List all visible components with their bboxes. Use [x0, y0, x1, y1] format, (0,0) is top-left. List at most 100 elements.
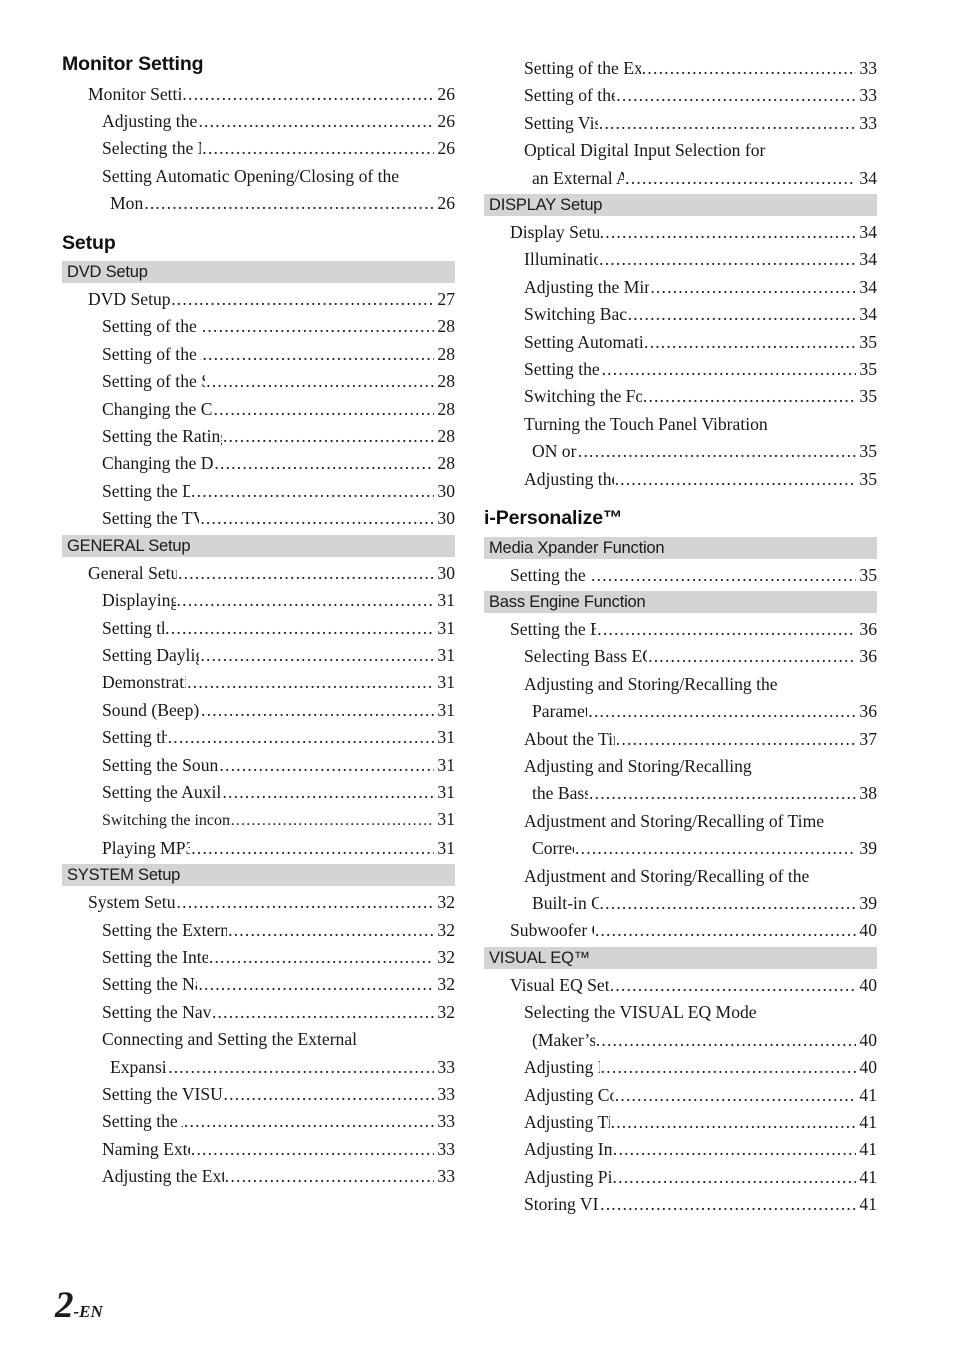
section-heading-setup: Setup: [62, 231, 116, 254]
toc-entry[interactable]: Correction..............................…: [484, 835, 877, 862]
toc-entry[interactable]: Adjusting and Storing/Recalling: [484, 753, 877, 780]
section-heading-monitor-setting: Monitor Setting: [62, 53, 204, 75]
toc-entry[interactable]: Storing VISUAL EQ.......................…: [484, 1191, 877, 1218]
toc-entry[interactable]: Subwoofer On and Off....................…: [484, 917, 877, 944]
toc-entry[interactable]: Demonstration Function..................…: [62, 669, 455, 696]
toc-entry[interactable]: Setting the Time........................…: [62, 615, 455, 642]
toc-entry[interactable]: Setting the AUX Mode....................…: [62, 1108, 455, 1135]
toc-entry[interactable]: Setting the Digital Output..............…: [62, 478, 455, 505]
toc-entry-label: Illumination Control: [524, 249, 599, 270]
toc-entry[interactable]: Adjustment and Storing/Recalling of Time: [484, 808, 877, 835]
toc-entry[interactable]: Setting the VISUALIZER Mode Display.....…: [62, 1081, 455, 1108]
toc-dot-leader: ........................................…: [575, 838, 856, 859]
toc-entry[interactable]: Optical Digital Input Selection for: [484, 137, 877, 164]
toc-page-number: 39: [859, 893, 877, 914]
toc-entry[interactable]: Setting of the External Monitor Output..…: [484, 55, 877, 82]
toc-entry[interactable]: Selecting Bass EQ mode (Maker's setting)…: [484, 643, 877, 670]
toc-entry[interactable]: Monitor Setting Operation...............…: [62, 81, 455, 108]
toc-page-number: 32: [437, 919, 455, 940]
toc-dot-leader: ........................................…: [589, 783, 856, 804]
toc-entry[interactable]: Setting Automatic Background Textures...…: [484, 329, 877, 356]
toc-entry[interactable]: Setting the Navigation Interruption.....…: [62, 999, 455, 1026]
toc-entry[interactable]: DVD Setup Operation.....................…: [62, 286, 455, 313]
toc-page-number: 33: [437, 1166, 455, 1187]
toc-page-number: 27: [437, 289, 455, 310]
toc-entry[interactable]: Adjusting Brightness....................…: [484, 1054, 877, 1081]
toc-entry[interactable]: Adjusting Picture Quality...............…: [484, 1164, 877, 1191]
toc-entry-label: Setting the Digital Output: [102, 480, 191, 501]
toc-entry[interactable]: Visual EQ Setting Operation.............…: [484, 972, 877, 999]
toc-entry[interactable]: Setting the Scroll......................…: [62, 724, 455, 751]
toc-entry[interactable]: About the Time Correction...............…: [484, 726, 877, 753]
toc-entry[interactable]: Selecting the VISUAL EQ Mode: [484, 999, 877, 1026]
toc-entry[interactable]: Adjusting the Minimum Level of Backlight…: [484, 274, 877, 301]
toc-entry[interactable]: Naming External Devices.................…: [62, 1136, 455, 1163]
toc-entry[interactable]: Setting the Font Type...................…: [484, 356, 877, 383]
toc-page-number: 28: [437, 343, 455, 364]
toc-dot-leader: ........................................…: [594, 920, 857, 941]
toc-entry[interactable]: Parametric EQ...........................…: [484, 698, 877, 725]
toc-entry[interactable]: Setting the Interrupt Icon Display......…: [62, 944, 455, 971]
toc-entry-label: Setting the TV Screen Setting: [102, 508, 200, 529]
toc-entry[interactable]: Connecting and Setting the External: [62, 1026, 455, 1053]
toc-entry[interactable]: Setting of the Subtitle Language........…: [62, 368, 455, 395]
toc-entry[interactable]: Changing the Country Code Setting.......…: [62, 396, 455, 423]
toc-entry-label: Setting the Rating Level (Parental Lock): [102, 426, 222, 447]
toc-entry[interactable]: Adjusting Tint of Picture...............…: [484, 1109, 877, 1136]
toc-entry[interactable]: Expansion Box...........................…: [62, 1054, 455, 1081]
toc-entry[interactable]: Switching the incoming calls of the tele…: [62, 806, 455, 834]
toc-entry-label: Selecting the Monitor Position: [102, 138, 201, 159]
toc-entry[interactable]: Illumination Control....................…: [484, 246, 877, 273]
toc-entry[interactable]: Adjusting the Touch Panel...............…: [484, 466, 877, 493]
toc-page-number: 31: [437, 837, 455, 858]
toc-entry[interactable]: Sound (Beep) Guide Function.............…: [62, 697, 455, 724]
toc-entry[interactable]: Selecting the Monitor Position..........…: [62, 135, 455, 162]
toc-entry[interactable]: Setting the Navigation Mode.............…: [62, 971, 455, 998]
toc-entry[interactable]: Setting Daylight Saving Time............…: [62, 642, 455, 669]
toc-entry[interactable]: Setting Automatic Opening/Closing of the: [62, 163, 455, 190]
toc-entry[interactable]: Changing the Digital Output Setting.....…: [62, 450, 455, 477]
toc-entry[interactable]: Setting the Sound Quality of the Tuner..…: [62, 752, 455, 779]
toc-entry-label: Selecting the VISUAL EQ Mode: [524, 1002, 757, 1023]
toc-entry[interactable]: an External Audio Processor.............…: [484, 165, 877, 192]
toc-entry[interactable]: Adjusting Color of Picture..............…: [484, 1082, 877, 1109]
toc-entry[interactable]: Setting Visual Mode.....................…: [484, 110, 877, 137]
toc-entry[interactable]: Turning the Touch Panel Vibration: [484, 411, 877, 438]
toc-entry[interactable]: Adjusting the External Input Audio Level…: [62, 1163, 455, 1190]
toc-entry[interactable]: Setting the MX mode.....................…: [484, 562, 877, 589]
toc-entry-label: Setting the Interrupt Icon Display: [102, 946, 208, 967]
toc-entry[interactable]: Monitor.................................…: [62, 190, 455, 217]
toc-entry[interactable]: Setting the Rating Level (Parental Lock)…: [62, 423, 455, 450]
toc-entry[interactable]: Setting of the Menu Language............…: [62, 313, 455, 340]
toc-page-number: 40: [859, 1057, 877, 1078]
toc-entry[interactable]: Built-in Crossover......................…: [484, 890, 877, 917]
toc-entry[interactable]: Setting of the Rear Camera..............…: [484, 82, 877, 109]
toc-entry[interactable]: Displaying the Time.....................…: [62, 587, 455, 614]
toc-entry[interactable]: Setting the External Device Interrupt Mo…: [62, 917, 455, 944]
toc-entry[interactable]: Adjusting the Monitor Angle.............…: [62, 108, 455, 135]
toc-entry[interactable]: Setting the TV Screen Setting...........…: [62, 505, 455, 532]
toc-entry[interactable]: Playing MP3/ WMA Data...................…: [62, 835, 455, 862]
toc-entry[interactable]: the Bass Focus..........................…: [484, 780, 877, 807]
toc-entry[interactable]: ON or OFF...............................…: [484, 438, 877, 465]
toc-entry[interactable]: Display Setup Operation.................…: [484, 219, 877, 246]
toc-entry[interactable]: Adjusting and Storing/Recalling the: [484, 671, 877, 698]
toc-entry-label: Connecting and Setting the External: [102, 1029, 358, 1050]
toc-entry-label: Storing VISUAL EQ: [524, 1194, 599, 1215]
toc-dot-leader: ........................................…: [612, 1166, 857, 1187]
toc-entry-label: Setting the Sound Quality of the Tuner: [102, 754, 219, 775]
toc-entry[interactable]: Setting the Auxiliary Data Field Display…: [62, 779, 455, 806]
toc-entry[interactable]: Setting of the Audio Language...........…: [62, 341, 455, 368]
toc-page-number: 33: [437, 1056, 455, 1077]
toc-entry[interactable]: Adjustment and Storing/Recalling of the: [484, 863, 877, 890]
toc-entry[interactable]: Setting the Bass Engine.................…: [484, 616, 877, 643]
toc-dot-leader: ........................................…: [591, 564, 856, 585]
toc-entry[interactable]: Switching the Font Back Display Color...…: [484, 383, 877, 410]
toc-entry[interactable]: Switching Background Textures...........…: [484, 301, 877, 328]
toc-entry[interactable]: (Maker’s setting).......................…: [484, 1027, 877, 1054]
toc-entry[interactable]: Adjusting Image Contrast................…: [484, 1136, 877, 1163]
toc-page-number: 28: [437, 453, 455, 474]
toc-entry[interactable]: General Setup Operation.................…: [62, 560, 455, 587]
toc-entry[interactable]: System Setup Operation..................…: [62, 889, 455, 916]
toc-dot-leader: ........................................…: [202, 138, 435, 159]
